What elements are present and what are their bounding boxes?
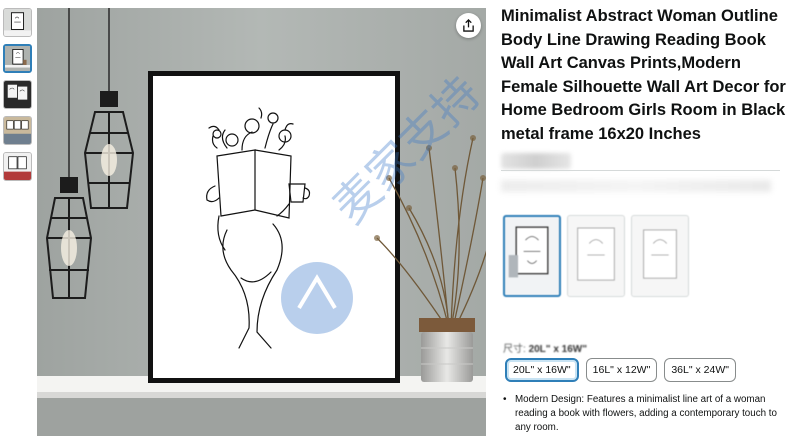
- thumbnail-strip: [3, 8, 34, 188]
- size-option-20x16[interactable]: 20L" x 16W": [505, 358, 579, 382]
- size-option-16x12[interactable]: 16L" x 12W": [585, 358, 658, 382]
- thumbnail-1[interactable]: [3, 8, 32, 37]
- main-product-image[interactable]: 麦家支持: [37, 8, 486, 436]
- thumbnail-5[interactable]: [3, 152, 32, 181]
- variant-swatch[interactable]: [631, 215, 689, 297]
- feature-bullets: • Modern Design: Features a minimalist l…: [503, 393, 788, 435]
- variant-swatch[interactable]: [503, 215, 561, 297]
- size-selected-value: 20L" x 16W": [528, 344, 587, 355]
- redacted-info: [501, 153, 571, 169]
- list-item: • Modern Design: Features a minimalist l…: [503, 393, 788, 435]
- share-button[interactable]: [456, 13, 481, 38]
- divider: [501, 170, 780, 171]
- size-option-36x24[interactable]: 36L" x 24W": [664, 358, 736, 382]
- thumbnail-3[interactable]: [3, 80, 32, 109]
- size-options: 20L" x 16W" 16L" x 12W" 36L" x 24W": [505, 358, 736, 382]
- share-icon: [463, 19, 474, 32]
- thumbnail-4[interactable]: [3, 116, 32, 145]
- bullet-text: Modern Design: Features a minimalist lin…: [515, 394, 777, 433]
- product-title: Minimalist Abstract Woman Outline Body L…: [501, 7, 786, 143]
- size-label: 尺寸: 20L" x 16W": [503, 340, 587, 355]
- thumbnail-2[interactable]: [3, 44, 32, 73]
- bullet-dot-icon: •: [503, 394, 507, 405]
- variant-swatches: [503, 215, 689, 297]
- size-label-prefix: 尺寸:: [503, 344, 526, 355]
- variant-swatch[interactable]: [567, 215, 625, 297]
- redacted-info-2: [501, 180, 771, 192]
